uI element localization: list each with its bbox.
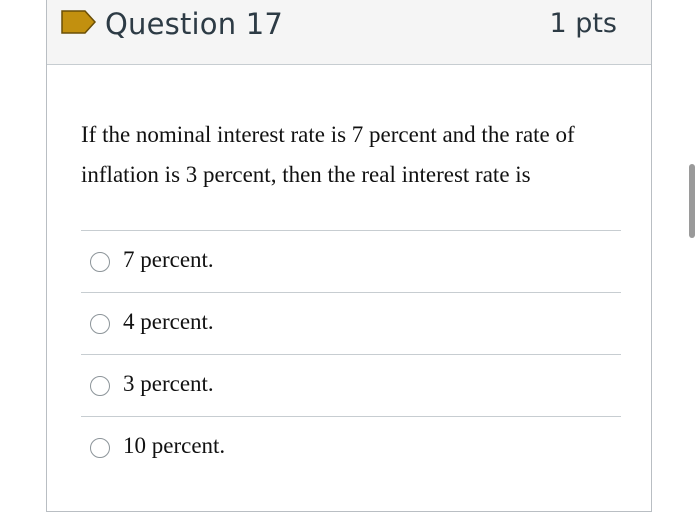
question-card: Question 17 1 pts If the nominal interes…: [46, 0, 652, 512]
answer-label[interactable]: 4 percent.: [123, 309, 214, 335]
answer-option[interactable]: 4 percent.: [81, 292, 621, 354]
question-points: 1 pts: [549, 8, 617, 39]
radio-button[interactable]: [90, 438, 110, 458]
answer-label[interactable]: 10 percent.: [123, 433, 225, 459]
radio-button[interactable]: [90, 314, 110, 334]
flag-icon[interactable]: [61, 10, 97, 34]
answer-option[interactable]: 3 percent.: [81, 354, 621, 416]
answer-label[interactable]: 3 percent.: [123, 371, 214, 397]
question-header: Question 17 1 pts: [47, 0, 651, 65]
question-title: Question 17: [105, 7, 284, 41]
answer-label[interactable]: 7 percent.: [123, 247, 214, 273]
radio-button[interactable]: [90, 376, 110, 396]
answer-option[interactable]: 10 percent.: [81, 416, 621, 478]
radio-button[interactable]: [90, 252, 110, 272]
scrollbar-thumb[interactable]: [689, 164, 695, 238]
answer-option[interactable]: 7 percent.: [81, 230, 621, 292]
answer-list: 7 percent. 4 percent. 3 percent. 10 perc…: [81, 230, 621, 478]
question-text: If the nominal interest rate is 7 percen…: [81, 122, 575, 187]
